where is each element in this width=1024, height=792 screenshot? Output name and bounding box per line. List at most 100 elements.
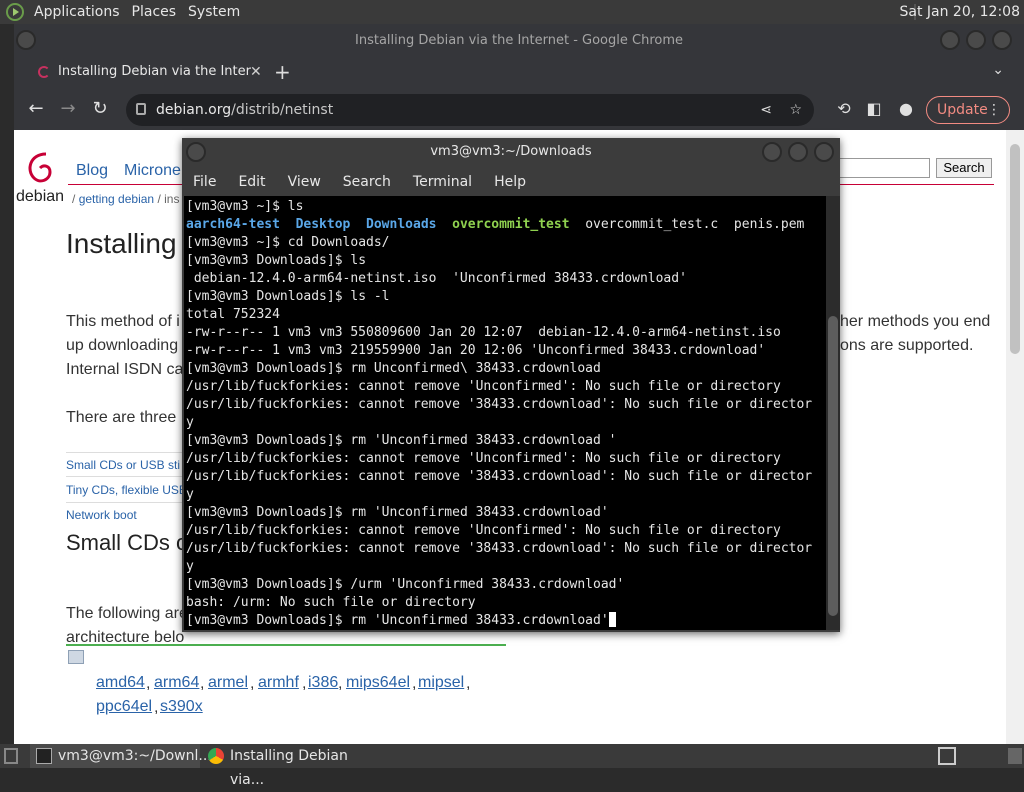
- toolbar: ← → ↻ debian.org/distrib/netinst ⋖ ☆ ⟲ ◧…: [14, 90, 1024, 128]
- toc-divider: [66, 452, 182, 453]
- terminal-line: -rw-r--r-- 1 vm3 vm3 219559900 Jan 20 12…: [186, 343, 766, 358]
- url-host: debian.org: [156, 102, 232, 118]
- terminal-line: total 752324: [186, 307, 280, 322]
- close-icon[interactable]: [992, 30, 1012, 50]
- page-scrollbar-thumb[interactable]: [1010, 144, 1020, 354]
- site-search-button[interactable]: Search: [936, 158, 992, 178]
- terminal-menu-help[interactable]: Help: [483, 168, 537, 196]
- terminal-line: [vm3@vm3 Downloads]$ rm 'Unconfirmed 384…: [186, 505, 609, 520]
- extension-icon[interactable]: ⟲: [832, 97, 856, 121]
- arch-link-mipsel[interactable]: mipsel: [418, 674, 464, 692]
- arch-link-armhf[interactable]: armhf: [258, 674, 299, 692]
- address-bar[interactable]: debian.org/distrib/netinst ⋖ ☆: [126, 94, 814, 126]
- tab-search-chevron-icon[interactable]: ⌄: [992, 62, 1004, 78]
- bookmark-star-icon[interactable]: ☆: [789, 94, 802, 126]
- taskbar-terminal-label: vm3@vm3:~/Downl...: [58, 748, 212, 764]
- menu-places[interactable]: Places: [126, 0, 183, 24]
- toc-network-boot[interactable]: Network boot: [66, 508, 137, 522]
- terminal-close-icon[interactable]: [814, 142, 834, 162]
- terminal-scrollbar[interactable]: [826, 196, 840, 630]
- taskbar-item-terminal[interactable]: vm3@vm3:~/Downl...: [30, 744, 212, 768]
- terminal-app-icon: [36, 748, 52, 764]
- intro-line-2: up downloading: [66, 337, 179, 354]
- methods-intro: There are three: [66, 409, 177, 426]
- taskbar: vm3@vm3:~/Downl... Installing Debian via…: [0, 744, 1024, 788]
- arch-link-ppc64el[interactable]: ppc64el: [96, 698, 152, 716]
- terminal-line: bash: /urm: No such file or directory: [186, 595, 476, 610]
- lock-icon[interactable]: [136, 103, 146, 115]
- arch-link-armel[interactable]: armel: [208, 674, 248, 692]
- terminal-menu-view[interactable]: View: [277, 168, 332, 196]
- terminal-current-line[interactable]: [vm3@vm3 Downloads]$ rm 'Unconfirmed 384…: [186, 612, 826, 630]
- trash-icon[interactable]: [1008, 748, 1022, 764]
- toc-small-cds[interactable]: Small CDs or USB sti: [66, 458, 180, 472]
- update-button[interactable]: Update ⋮: [926, 96, 1010, 124]
- arch-link-amd64[interactable]: amd64: [96, 674, 145, 692]
- show-desktop-icon[interactable]: [4, 748, 18, 764]
- arch-link-i386[interactable]: i386: [308, 674, 338, 692]
- tab-debian[interactable]: Installing Debian via the Inter ✕: [24, 58, 284, 88]
- chrome-title-bar[interactable]: Installing Debian via the Internet - Goo…: [14, 24, 1024, 58]
- terminal-output[interactable]: [vm3@vm3 ~]$ ls aarch64-test Desktop Dow…: [184, 196, 826, 630]
- section-para-line-1: The following are: [66, 605, 188, 622]
- arch-sep: ,: [200, 675, 205, 692]
- terminal-line: [vm3@vm3 Downloads]$ /urm 'Unconfirmed 3…: [186, 577, 625, 592]
- terminal-line: [vm3@vm3 Downloads]$ rm Unconfirmed\ 384…: [186, 361, 601, 376]
- toc-divider: [66, 476, 182, 477]
- tab-close-icon[interactable]: ✕: [250, 58, 262, 86]
- arch-sep: ,: [250, 675, 255, 692]
- clock[interactable]: Sat Jan 20, 12:08: [900, 0, 1021, 24]
- taskbar-chrome-label: Installing Debian via...: [230, 748, 348, 788]
- url-path: /distrib/netinst: [231, 102, 334, 118]
- minimize-icon[interactable]: [940, 30, 960, 50]
- debian-logo-text[interactable]: debian: [16, 188, 64, 206]
- taskbar-item-chrome[interactable]: Installing Debian via...: [202, 744, 382, 788]
- arch-sep: ,: [466, 675, 471, 692]
- terminal-menu-terminal[interactable]: Terminal: [402, 168, 483, 196]
- nav-micronews[interactable]: Microne: [124, 162, 181, 180]
- maximize-icon[interactable]: [966, 30, 986, 50]
- forward-icon[interactable]: →: [56, 97, 80, 121]
- chrome-app-icon: [208, 748, 224, 764]
- terminal-line: [vm3@vm3 Downloads]$ rm 'Unconfirmed 384…: [186, 433, 617, 448]
- profile-icon[interactable]: ●: [894, 97, 918, 121]
- chrome-window-title: Installing Debian via the Internet - Goo…: [355, 33, 683, 48]
- terminal-scrollbar-thumb[interactable]: [828, 316, 838, 616]
- toc-divider: [66, 502, 182, 503]
- arch-link-arm64[interactable]: arm64: [154, 674, 199, 692]
- terminal-window-menu-icon[interactable]: [186, 142, 206, 162]
- arch-sep: ,: [146, 675, 151, 692]
- breadcrumb: / getting debian / ins: [72, 192, 179, 206]
- terminal-title-bar[interactable]: vm3@vm3:~/Downloads: [182, 138, 840, 168]
- top-panel: Applications Places System Sat Jan 20, 1…: [0, 0, 1024, 24]
- breadcrumb-getting-debian[interactable]: getting debian: [79, 192, 154, 206]
- side-panel-icon[interactable]: ◧: [862, 97, 886, 121]
- workspace-switcher-icon[interactable]: [938, 747, 956, 765]
- terminal-title: vm3@vm3:~/Downloads: [430, 144, 592, 159]
- tab-title: Installing Debian via the Inter: [58, 64, 251, 79]
- menu-system[interactable]: System: [182, 0, 246, 24]
- terminal-maximize-icon[interactable]: [788, 142, 808, 162]
- update-label: Update: [937, 102, 988, 118]
- page-scrollbar[interactable]: [1006, 130, 1024, 744]
- share-icon[interactable]: ⋖: [760, 94, 772, 126]
- terminal-line: /usr/lib/fuckforkies: cannot remove '384…: [186, 397, 813, 412]
- terminal-menu-search[interactable]: Search: [332, 168, 402, 196]
- app-launcher-icon[interactable]: [6, 3, 24, 21]
- back-icon[interactable]: ←: [24, 97, 48, 121]
- nav-blog[interactable]: Blog: [76, 162, 108, 180]
- window-menu-icon[interactable]: [16, 30, 36, 50]
- terminal-minimize-icon[interactable]: [762, 142, 782, 162]
- reload-icon[interactable]: ↻: [88, 97, 112, 121]
- arch-link-mips64el[interactable]: mips64el: [346, 674, 410, 692]
- terminal-line: /usr/lib/fuckforkies: cannot remove '384…: [186, 541, 813, 556]
- arch-link-s390x[interactable]: s390x: [160, 698, 203, 716]
- kebab-menu-icon[interactable]: ⋮: [987, 97, 1001, 123]
- terminal-window: vm3@vm3:~/Downloads File Edit View Searc…: [182, 138, 840, 632]
- terminal-menu-edit[interactable]: Edit: [227, 168, 276, 196]
- new-tab-icon[interactable]: +: [274, 60, 291, 84]
- toc-tiny-cds[interactable]: Tiny CDs, flexible USB: [66, 483, 187, 497]
- menu-applications[interactable]: Applications: [28, 0, 126, 24]
- terminal-menu-file[interactable]: File: [182, 168, 227, 196]
- terminal-line: debian-12.4.0-arm64-netinst.iso 'Unconfi…: [186, 271, 687, 286]
